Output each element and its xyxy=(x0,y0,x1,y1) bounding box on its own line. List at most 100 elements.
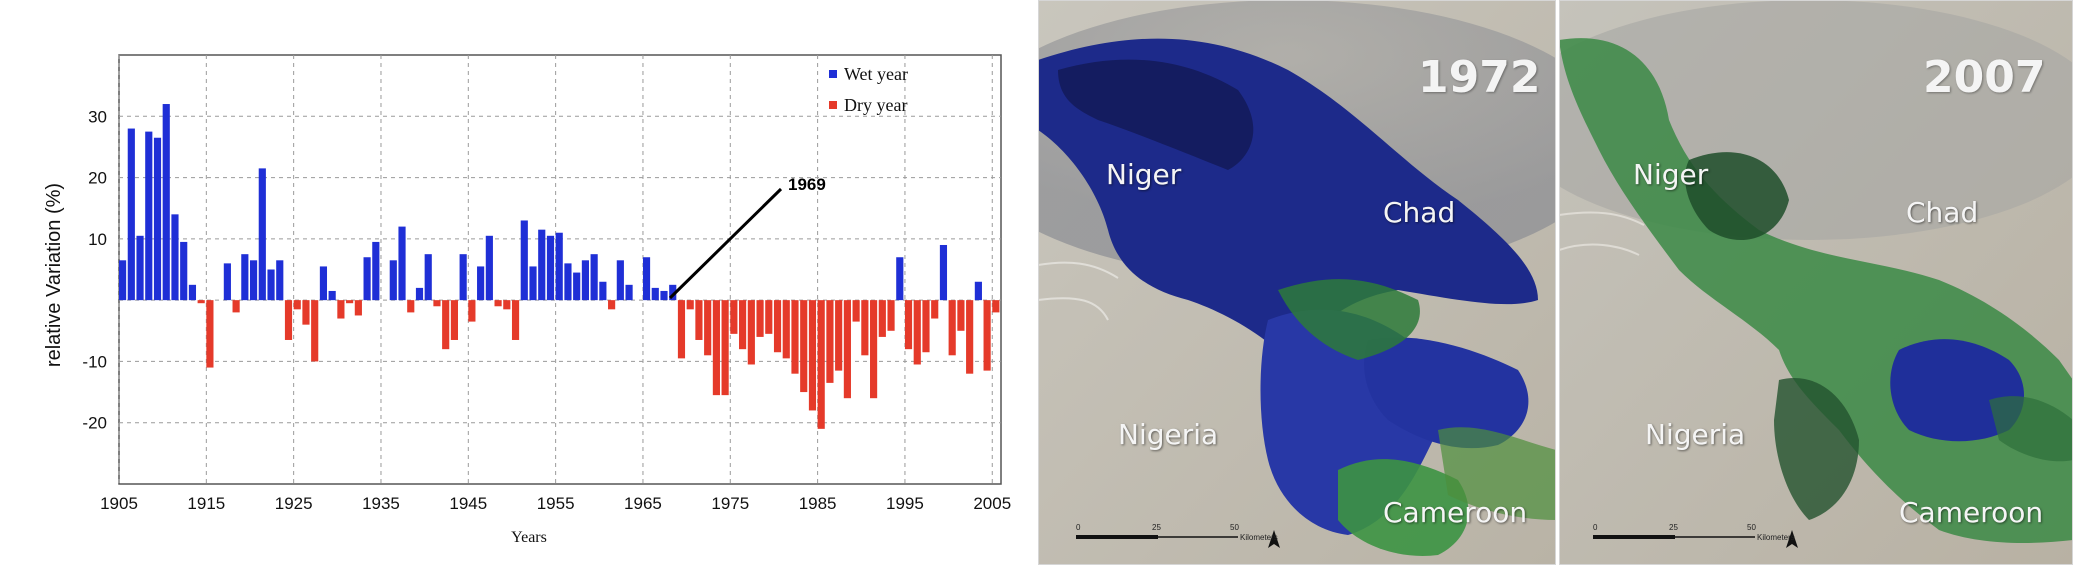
bar xyxy=(389,260,397,301)
x-tick-label: 2005 xyxy=(973,494,1011,513)
y-tick-label: 10 xyxy=(88,230,107,249)
map-2007-scale-mid: 25 xyxy=(1669,523,1678,532)
bar xyxy=(992,300,1000,313)
legend-wet-swatch xyxy=(829,70,837,78)
bar xyxy=(704,300,712,356)
bar xyxy=(302,300,310,325)
x-tick-label: 1925 xyxy=(275,494,313,513)
bar xyxy=(939,244,948,301)
bar xyxy=(608,300,616,310)
bar xyxy=(625,284,633,301)
bar xyxy=(407,300,415,313)
bar-chart: 30 20 10 -10 -20 1905 1915 1925 1935 1945 1955 196… xyxy=(43,54,1011,546)
bar xyxy=(197,300,205,304)
bar xyxy=(843,300,851,399)
bar xyxy=(424,254,432,301)
bar xyxy=(249,260,258,301)
bar xyxy=(127,128,135,301)
chart-figure: 30 20 10 -10 -20 1905 1915 1925 1935 1945 1955 196… xyxy=(0,0,1030,565)
bar xyxy=(267,269,275,301)
bar xyxy=(808,300,817,411)
bar xyxy=(730,300,738,334)
bar xyxy=(223,263,231,301)
bar xyxy=(145,131,153,301)
map-1972-year: 1972 xyxy=(1418,52,1541,103)
map-2007-label-niger: Niger xyxy=(1633,158,1709,191)
bar xyxy=(791,300,799,374)
bar xyxy=(870,300,878,399)
bar xyxy=(712,300,720,396)
x-tick-label: 1935 xyxy=(362,494,400,513)
bar xyxy=(974,281,982,301)
bar xyxy=(459,254,467,301)
bar xyxy=(258,168,266,301)
bar xyxy=(983,300,991,371)
bar xyxy=(642,257,651,301)
bar xyxy=(546,235,555,301)
map-1972-scale-zero: 0 xyxy=(1076,523,1081,532)
y-axis-label: relative Variation (%) xyxy=(43,183,65,367)
x-tick-label: 1995 xyxy=(886,494,924,513)
bar xyxy=(904,300,913,350)
bar xyxy=(739,300,747,350)
bar xyxy=(354,300,362,316)
x-tick-label: 1915 xyxy=(187,494,225,513)
bar xyxy=(180,241,188,301)
annotation-1969: 1969 xyxy=(788,175,826,194)
bar xyxy=(747,300,755,365)
x-axis-label: Years xyxy=(511,529,547,546)
x-tick-label: 1955 xyxy=(537,494,575,513)
bar xyxy=(555,232,563,301)
y-tick-label: -10 xyxy=(82,352,107,371)
bar xyxy=(153,137,162,301)
map-1972-label-niger: Niger xyxy=(1106,158,1182,191)
bar xyxy=(573,272,581,301)
bar xyxy=(319,266,328,301)
map-1972: 1972 Niger Chad Nigeria Cameroon 0 25 50… xyxy=(1038,0,1556,565)
bar xyxy=(660,290,668,301)
legend-dry-label: Dry year xyxy=(844,95,907,115)
bar xyxy=(119,260,127,301)
bar xyxy=(520,220,528,301)
bar xyxy=(721,300,729,396)
y-tick-label: 20 xyxy=(88,169,107,188)
bar xyxy=(957,300,965,331)
bar xyxy=(887,300,895,331)
bar xyxy=(363,257,371,301)
x-tick-label: 1975 xyxy=(711,494,749,513)
map-2007-year: 2007 xyxy=(1923,52,2046,103)
bar xyxy=(564,263,572,301)
bar xyxy=(241,254,249,301)
map-2007-label-nigeria: Nigeria xyxy=(1645,418,1746,451)
map-1972-scale-mid: 25 xyxy=(1152,523,1161,532)
bar xyxy=(284,300,293,340)
bar xyxy=(948,300,956,356)
bar xyxy=(538,229,546,301)
bar xyxy=(293,300,301,310)
bar xyxy=(581,260,589,301)
bar xyxy=(450,300,459,340)
bar xyxy=(773,300,782,353)
bar xyxy=(616,260,624,301)
bar xyxy=(398,226,406,301)
bar xyxy=(494,300,502,307)
bar xyxy=(922,300,930,353)
map-2007-label-chad: Chad xyxy=(1906,196,1979,229)
bar xyxy=(913,300,921,365)
map-2007-scale-unit: Kilometers xyxy=(1757,533,1795,542)
map-2007-scale-max: 50 xyxy=(1747,523,1756,532)
bar xyxy=(599,281,607,301)
bar xyxy=(800,300,808,393)
legend-wet-label: Wet year xyxy=(844,64,908,84)
bar xyxy=(852,300,860,322)
bar xyxy=(677,300,686,359)
map-1972-label-chad: Chad xyxy=(1383,196,1456,229)
bar xyxy=(232,300,240,313)
x-tick-label: 1965 xyxy=(624,494,662,513)
bar xyxy=(136,235,144,301)
bar xyxy=(782,300,790,359)
bar xyxy=(817,300,825,429)
map-1972-scale-max: 50 xyxy=(1230,523,1239,532)
bar xyxy=(346,300,354,304)
y-tick-label: -20 xyxy=(82,414,107,433)
